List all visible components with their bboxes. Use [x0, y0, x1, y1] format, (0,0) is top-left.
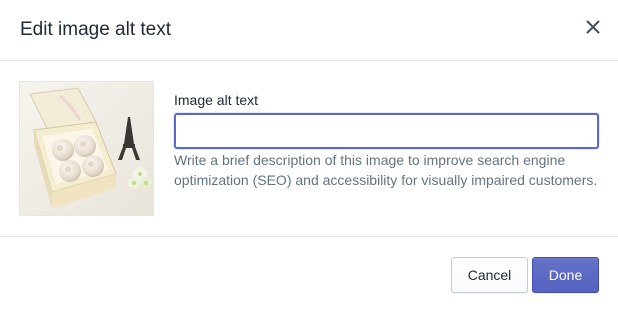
- product-image-graphic: [20, 82, 153, 215]
- product-image: [19, 81, 154, 216]
- alt-text-label: Image alt text: [174, 92, 259, 108]
- close-button[interactable]: [580, 14, 606, 40]
- modal-title: Edit image alt text: [20, 19, 172, 40]
- close-icon: [586, 20, 600, 34]
- done-button[interactable]: Done: [532, 257, 599, 293]
- modal-footer: Cancel Done: [0, 237, 618, 313]
- modal-body: Image alt text Write a brief description…: [0, 61, 618, 237]
- alt-text-input[interactable]: [174, 113, 599, 149]
- cancel-button[interactable]: Cancel: [451, 257, 528, 293]
- modal-header: Edit image alt text: [0, 0, 618, 61]
- alt-text-help-text: Write a brief description of this image …: [174, 152, 598, 188]
- edit-alt-text-modal: Edit image alt text Image alt text Write…: [0, 0, 618, 313]
